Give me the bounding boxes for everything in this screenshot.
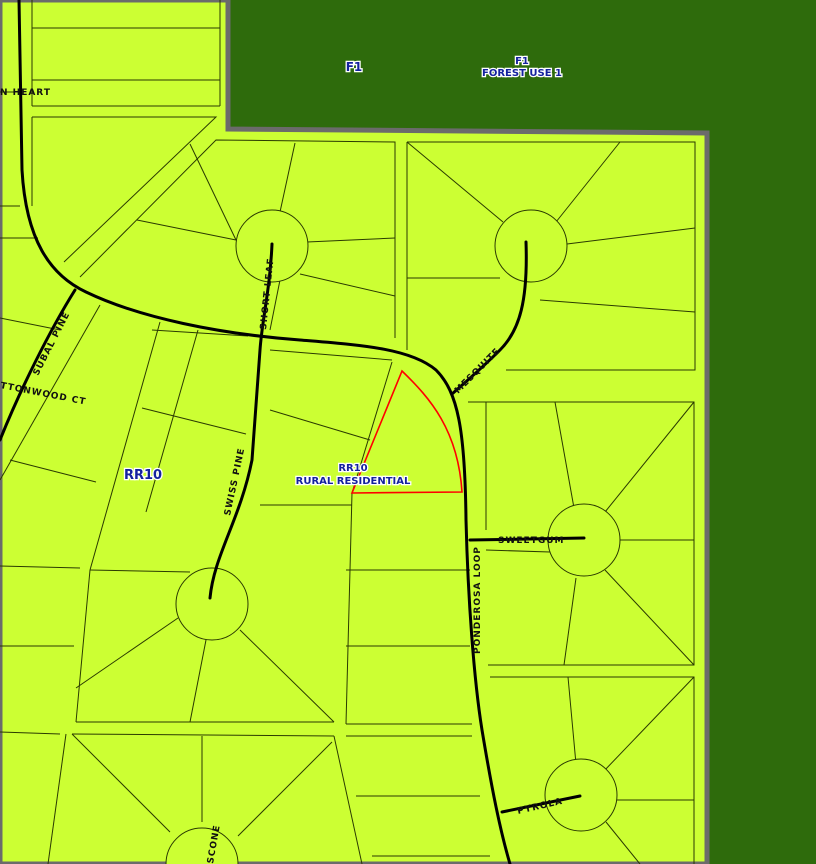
zone-label-forest-use-1: FOREST USE 1 xyxy=(482,68,562,79)
zone-label-rr10: RR10 xyxy=(338,463,367,474)
zone-label-f1: F1 xyxy=(515,56,529,67)
zoning-map-svg: N HEART SUBAL PINE TTONWOOD CT SHORT LEA… xyxy=(0,0,816,864)
zone-label-rr10-left: RR10 xyxy=(124,468,162,483)
zone-label-f1-left: F1 xyxy=(346,60,363,74)
zone-label-rural-residential: RURAL RESIDENTIAL xyxy=(296,476,411,487)
street-label-n-heart: N HEART xyxy=(0,88,51,98)
zoning-map[interactable]: N HEART SUBAL PINE TTONWOOD CT SHORT LEA… xyxy=(0,0,816,864)
street-label-ponderosa-loop: PONDEROSA LOOP xyxy=(473,546,483,654)
street-label-sweetgum: SWEETGUM xyxy=(498,536,565,546)
